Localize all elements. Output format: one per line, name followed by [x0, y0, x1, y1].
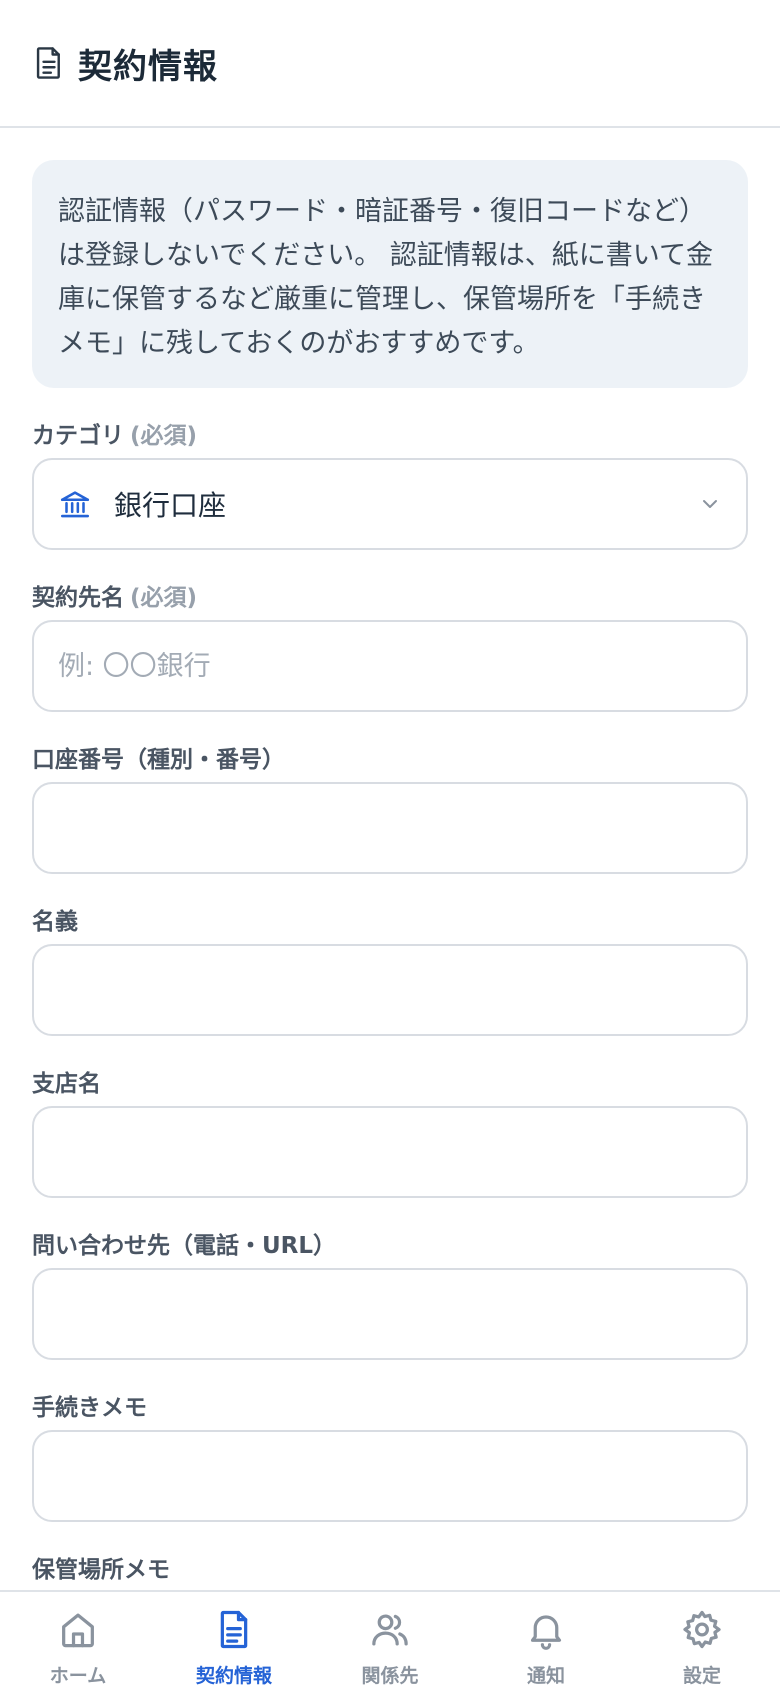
bottom-nav: ホーム 契約情報 関係先 通知 設定: [0, 1590, 780, 1688]
branch-label: 支店名: [32, 1071, 101, 1097]
nav-label: 関係先: [361, 1665, 419, 1687]
nav-label: 通知: [526, 1665, 565, 1687]
contract-name-input[interactable]: [34, 622, 746, 710]
holder-label: 名義: [32, 909, 78, 935]
bell-icon: [530, 1615, 562, 1650]
branch-field[interactable]: [32, 1106, 748, 1198]
page-header: 契約情報: [0, 0, 780, 128]
contract-name-label: 契約先名 (必須): [32, 585, 198, 611]
contract-name-field[interactable]: [32, 620, 748, 712]
notice-box: 認証情報（パスワード・暗証番号・復旧コードなど）は登録しないでください。 認証情…: [32, 160, 748, 388]
procedure-memo-field[interactable]: [32, 1430, 748, 1522]
nav-label: 設定: [682, 1665, 721, 1687]
nav-item-settings[interactable]: 設定: [624, 1592, 780, 1688]
home-icon: [62, 1613, 94, 1648]
nav-item-contracts[interactable]: 契約情報: [156, 1592, 312, 1688]
storage-memo-label: 保管場所メモ: [32, 1557, 170, 1583]
branch-input[interactable]: [34, 1108, 746, 1196]
procedure-memo-input[interactable]: [34, 1432, 746, 1520]
account-number-label: 口座番号（種別・番号）: [32, 747, 285, 773]
contact-label: 問い合わせ先（電話・URL）: [32, 1233, 337, 1259]
nav-item-home[interactable]: ホーム: [0, 1592, 156, 1688]
holder-field[interactable]: [32, 944, 748, 1036]
required-badge: (必須): [130, 423, 198, 449]
holder-input[interactable]: [34, 946, 746, 1034]
nav-item-contacts[interactable]: 関係先: [312, 1592, 468, 1688]
category-select[interactable]: 銀行口座: [32, 458, 748, 550]
nav-label: ホーム: [49, 1665, 107, 1687]
account-number-input[interactable]: [34, 784, 746, 872]
category-label: カテゴリ (必須): [32, 423, 198, 449]
users-icon: [372, 1614, 408, 1646]
bank-icon: [60, 491, 90, 518]
document-icon: [36, 47, 60, 79]
required-badge: (必須): [130, 585, 198, 611]
page-title: 契約情報: [78, 46, 218, 87]
chevron-down-icon: [703, 500, 717, 508]
account-number-field[interactable]: [32, 782, 748, 874]
document-icon: [220, 1610, 248, 1649]
contact-input[interactable]: [34, 1270, 746, 1358]
procedure-memo-label: 手続きメモ: [32, 1395, 147, 1421]
nav-label: 契約情報: [195, 1665, 272, 1687]
gear-icon: [683, 1610, 721, 1649]
category-value: 銀行口座: [114, 489, 227, 522]
contact-field[interactable]: [32, 1268, 748, 1360]
nav-item-notifications[interactable]: 通知: [468, 1592, 624, 1688]
